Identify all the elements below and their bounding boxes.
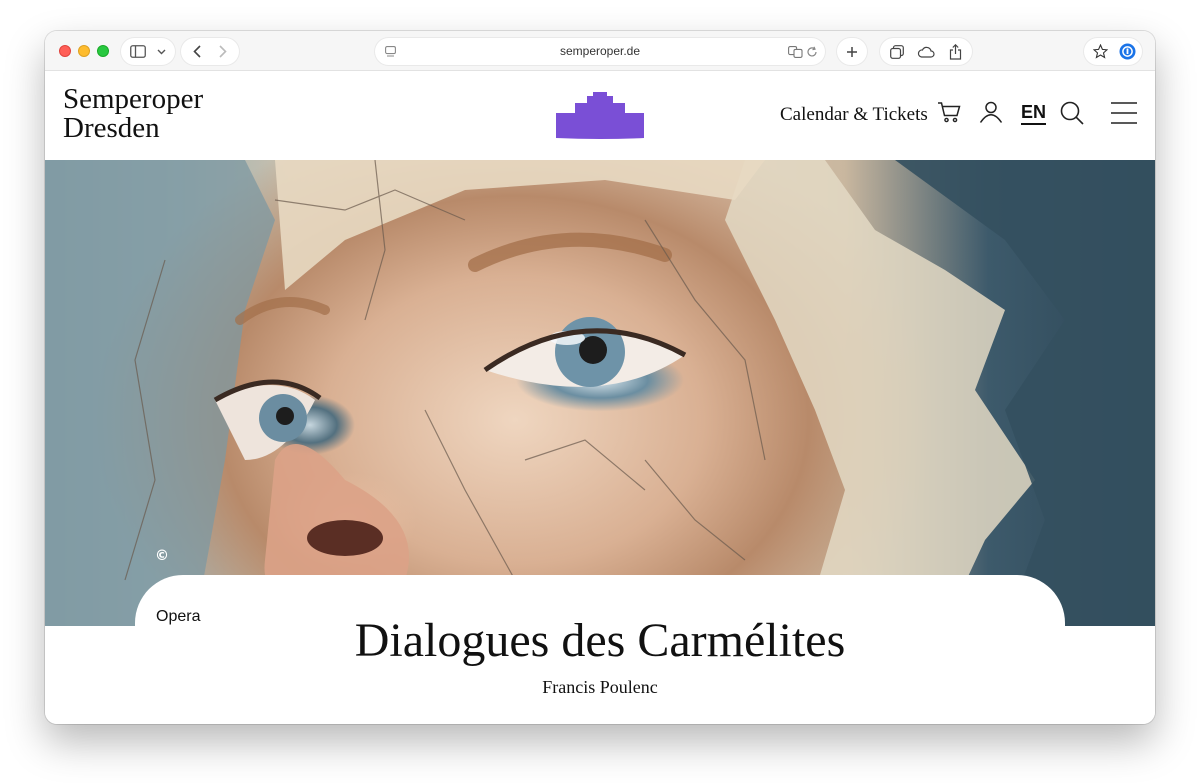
new-tab-button[interactable]: [837, 38, 867, 65]
site-header: Semperoper Dresden Calendar & Tickets EN: [45, 71, 1155, 160]
site-logo-text[interactable]: Semperoper Dresden: [63, 85, 203, 143]
plus-icon[interactable]: [837, 38, 867, 65]
history-nav-group: [181, 38, 239, 65]
sidebar-icon[interactable]: [127, 38, 149, 65]
share-icon[interactable]: [944, 38, 966, 65]
translate-icon[interactable]: [786, 38, 804, 65]
hamburger-menu-icon[interactable]: [1111, 102, 1137, 129]
zoom-window-button[interactable]: [97, 45, 109, 57]
address-bar[interactable]: semperoper.de: [375, 38, 825, 65]
opera-house-logo-icon[interactable]: [555, 91, 645, 144]
account-icon[interactable]: [979, 101, 1003, 128]
hero-image: ©: [45, 160, 1155, 626]
chevron-down-icon[interactable]: [153, 38, 169, 65]
icloud-icon[interactable]: [915, 38, 937, 65]
production-title: Dialogues des Carmélites: [354, 614, 846, 667]
reload-icon[interactable]: [804, 38, 820, 65]
language-switcher[interactable]: EN: [1021, 103, 1047, 125]
forward-icon[interactable]: [213, 38, 233, 65]
sidebar-toggle-group[interactable]: [121, 38, 175, 65]
logo-line-1: Semperoper: [63, 83, 204, 115]
tab-overview-icon[interactable]: [886, 38, 908, 65]
production-composer: Francis Poulenc: [542, 677, 658, 697]
calendar-tickets-link[interactable]: Calendar & Tickets: [780, 104, 928, 126]
hero-artwork: [45, 160, 1155, 626]
back-icon[interactable]: [187, 38, 207, 65]
browser-window: semperoper.de Semperoper Dresden Calenda…: [45, 31, 1155, 724]
toolbar-actions-group: [880, 38, 972, 65]
copyright-icon[interactable]: ©: [155, 548, 169, 564]
password-extension-icon[interactable]: [1116, 38, 1138, 65]
minimize-window-button[interactable]: [78, 45, 90, 57]
url-text: semperoper.de: [559, 44, 641, 58]
extensions-group: [1084, 38, 1142, 65]
logo-line-2: Dresden: [63, 112, 160, 144]
browser-toolbar: semperoper.de: [45, 31, 1155, 71]
close-window-button[interactable]: [59, 45, 71, 57]
bookmark-star-icon[interactable]: [1089, 38, 1111, 65]
cart-icon[interactable]: [937, 101, 961, 128]
search-icon[interactable]: [1060, 101, 1084, 130]
